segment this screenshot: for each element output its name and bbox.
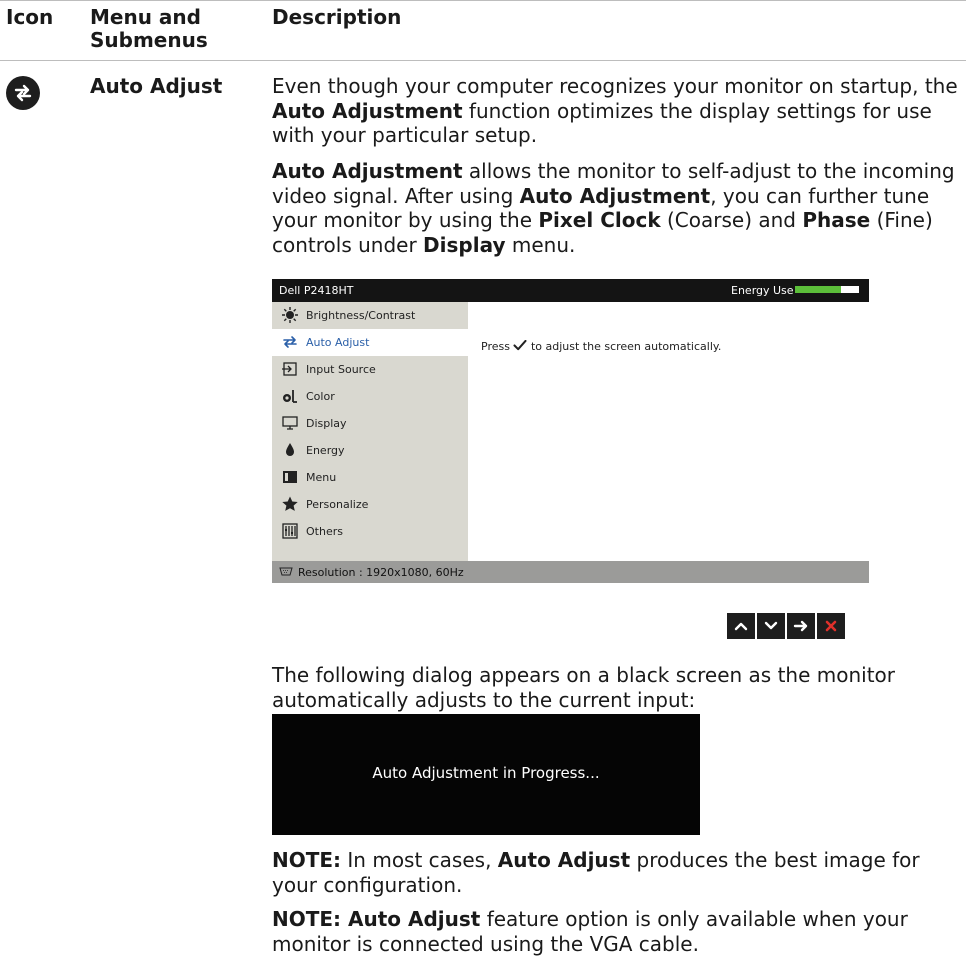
- bold-term: Display: [423, 232, 506, 257]
- header-menu-submenus: Menu and Submenus: [90, 5, 208, 52]
- bold-term: Auto Adjustment: [272, 159, 463, 183]
- osd-item-label: Energy: [306, 444, 345, 457]
- osd-item-label: Menu: [306, 471, 337, 484]
- osd-panel-message: Press to adjust the screen automatically…: [481, 339, 722, 353]
- down-arrow-icon: [764, 621, 778, 630]
- osd-item-personalize[interactable]: Personalize: [272, 491, 468, 518]
- display-icon: [282, 416, 298, 430]
- bold-term: Auto Adjustment: [519, 183, 711, 208]
- auto-adjust-progress-dialog: Auto Adjustment in Progress...: [272, 714, 700, 835]
- note-2: NOTE: Auto Adjust feature option is only…: [272, 907, 962, 956]
- table-top-rule: [0, 0, 966, 1]
- osd-item-label: Brightness/Contrast: [306, 309, 416, 322]
- bold-term: Auto Adjust: [497, 848, 631, 872]
- osd-message-post: to adjust the screen automatically.: [530, 340, 722, 353]
- color-icon: [283, 390, 297, 403]
- vga-connector-icon: [279, 567, 293, 576]
- bold-term: Auto Adjustment: [272, 98, 463, 123]
- header-description: Description: [272, 5, 402, 29]
- input-source-icon: [282, 362, 297, 376]
- osd-footer: Resolution : 1920x1080, 60Hz: [272, 561, 869, 583]
- osd-item-label: Auto Adjust: [306, 336, 370, 349]
- brightness-icon: [282, 307, 298, 323]
- others-icon: [282, 523, 298, 539]
- description-paragraph-3: The following dialog appears on a black …: [272, 663, 896, 712]
- close-button[interactable]: [817, 613, 845, 639]
- text: (Coarse) and: [660, 208, 803, 232]
- osd-energy-meter: [795, 286, 859, 293]
- dialog-message: Auto Adjustment in Progress...: [372, 764, 600, 782]
- star-icon: [282, 496, 298, 511]
- bold-term: Pixel Clock: [538, 208, 661, 232]
- osd-item-color[interactable]: Color: [272, 383, 468, 410]
- osd-item-label: Others: [306, 525, 343, 538]
- energy-icon: [286, 443, 294, 456]
- osd-title-bar: Dell P2418HT Energy Use: [272, 279, 869, 302]
- osd-item-brightness-contrast[interactable]: Brightness/Contrast: [272, 302, 468, 329]
- osd-energy-meter-fill: [795, 286, 842, 293]
- osd-item-label: Input Source: [306, 363, 376, 376]
- text: menu.: [505, 232, 576, 257]
- osd-item-menu[interactable]: Menu: [272, 464, 468, 491]
- text: Even though your computer recognizes you…: [272, 74, 958, 98]
- osd-energy-label: Energy Use: [731, 284, 794, 297]
- osd-item-display[interactable]: Display: [272, 410, 468, 437]
- description-paragraph-1: Even though your computer recognizes you…: [272, 74, 962, 148]
- right-arrow-icon: [793, 620, 808, 632]
- up-button[interactable]: [727, 613, 755, 639]
- osd-item-label: Display: [306, 417, 347, 430]
- osd-item-auto-adjust[interactable]: Auto Adjust: [272, 329, 468, 356]
- osd-main-menu: Brightness/Contrast Auto Adjust Input So…: [272, 302, 468, 561]
- osd-resolution: Resolution : 1920x1080, 60Hz: [298, 566, 464, 579]
- auto-adjust-icon: [6, 76, 40, 110]
- note-label: NOTE:: [272, 848, 342, 872]
- checkmark-icon: [513, 339, 527, 351]
- osd-model-name: Dell P2418HT: [279, 284, 354, 297]
- note-1: NOTE: In most cases, Auto Adjust produce…: [272, 848, 962, 897]
- osd-message-pre: Press: [481, 340, 510, 353]
- note-label: NOTE: Auto Adjust: [272, 907, 481, 931]
- text: In most cases,: [341, 848, 498, 872]
- osd-item-label: Color: [306, 390, 335, 403]
- menu-icon: [283, 471, 297, 483]
- osd-item-energy[interactable]: Energy: [272, 437, 468, 464]
- osd-item-label: Personalize: [306, 498, 369, 511]
- auto-adjust-icon: [283, 336, 297, 348]
- row-menu-name: Auto Adjust: [90, 74, 223, 98]
- osd-item-others[interactable]: Others: [272, 518, 468, 545]
- close-icon: [825, 620, 837, 632]
- osd-item-input-source[interactable]: Input Source: [272, 356, 468, 383]
- up-arrow-icon: [734, 622, 748, 631]
- osd-menu-screenshot: Dell P2418HT Energy Use Brightness/Contr…: [272, 279, 869, 583]
- header-bottom-rule: [0, 60, 966, 61]
- right-button[interactable]: [787, 613, 815, 639]
- bold-term: Phase: [802, 208, 871, 232]
- description-paragraph-2: Auto Adjustment allows the monitor to se…: [272, 159, 962, 257]
- down-button[interactable]: [757, 613, 785, 639]
- header-icon: Icon: [6, 5, 54, 29]
